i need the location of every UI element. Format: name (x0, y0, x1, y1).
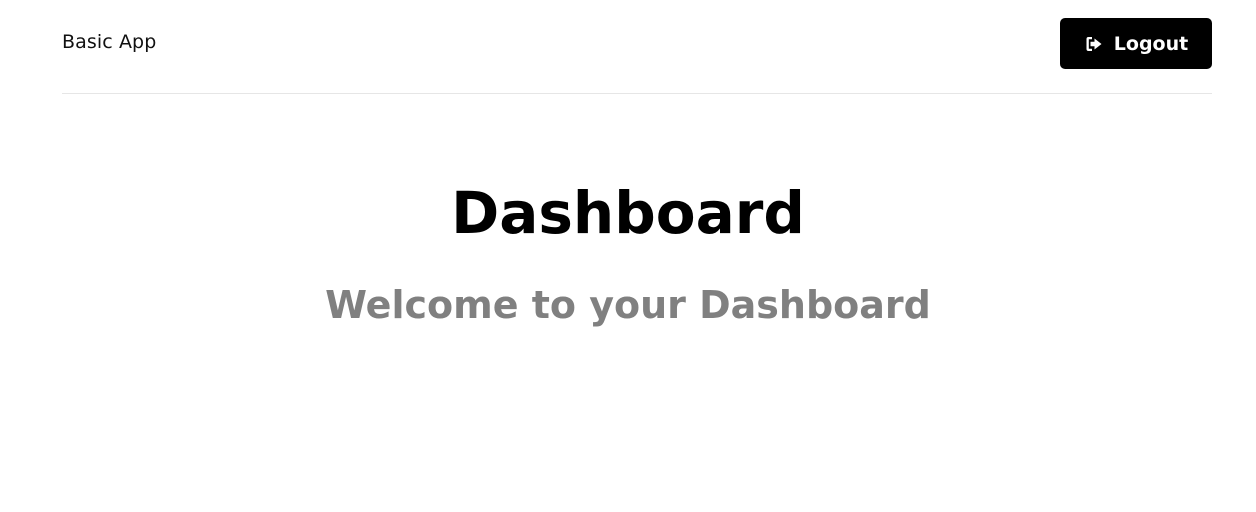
page-title: Dashboard (451, 179, 805, 247)
logout-label: Logout (1113, 32, 1189, 55)
sign-out-icon (1084, 34, 1104, 54)
navbar: Basic App Logout (62, 0, 1212, 94)
main-content: Dashboard Welcome to your Dashboard (0, 94, 1256, 512)
brand-link[interactable]: Basic App (62, 31, 156, 53)
page: Basic App Logout Dashboard Welcome to yo… (0, 0, 1256, 512)
logout-button[interactable]: Logout (1060, 18, 1212, 69)
welcome-subtitle: Welcome to your Dashboard (325, 283, 931, 327)
